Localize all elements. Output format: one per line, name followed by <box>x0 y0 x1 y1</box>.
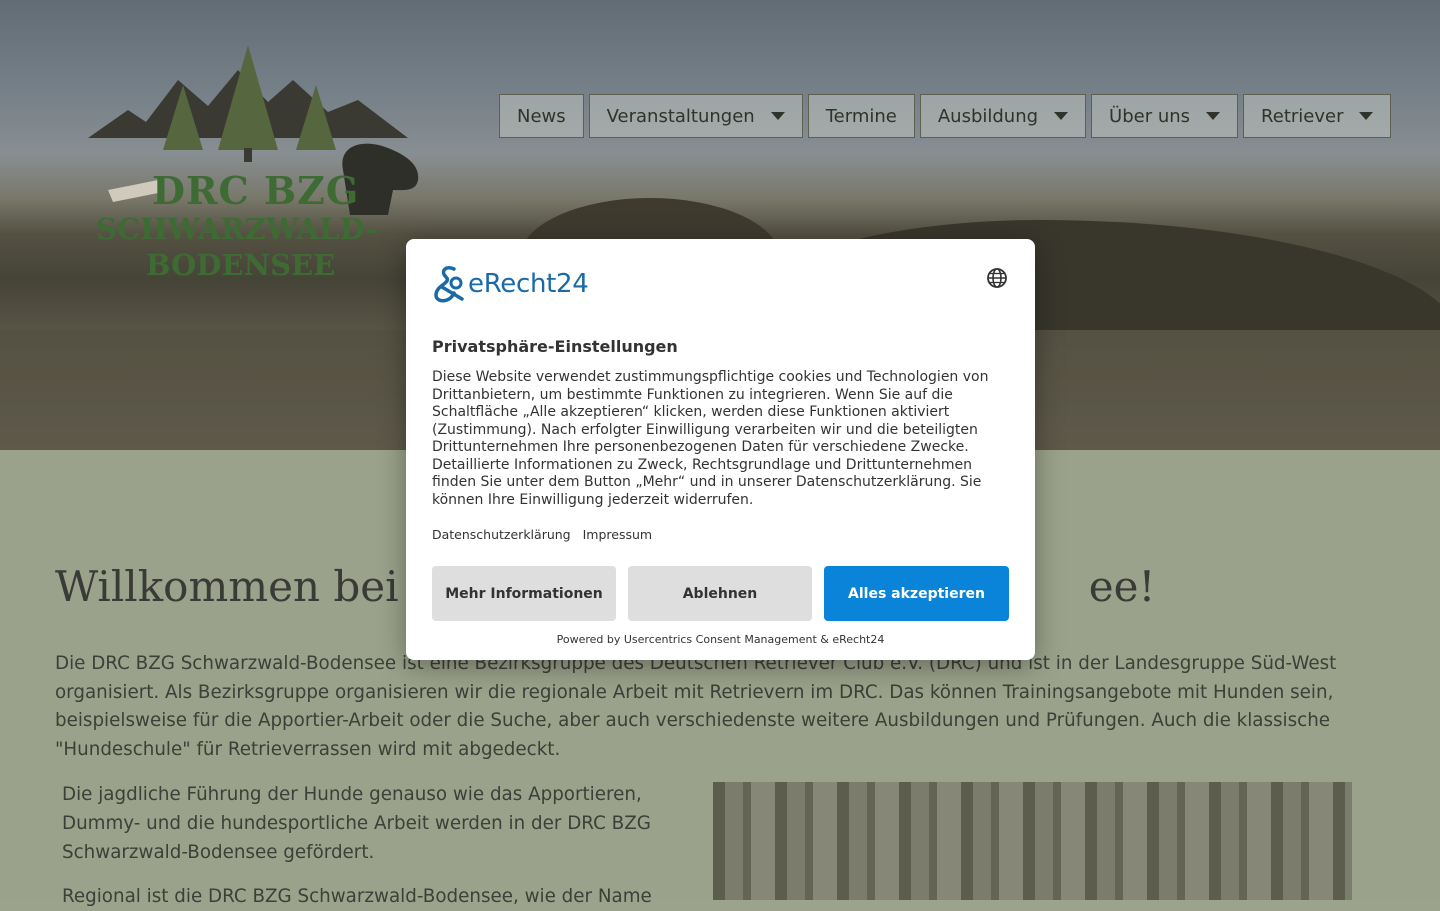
consent-text: Diese Website verwendet zustimmungspflic… <box>432 369 989 508</box>
consent-title: Privatsphäre-Einstellungen <box>432 337 678 356</box>
decline-button[interactable]: Ablehnen <box>628 566 812 621</box>
brand-name: eRecht24 <box>468 269 589 299</box>
globe-icon[interactable] <box>986 267 1008 289</box>
more-info-button[interactable]: Mehr Informationen <box>432 566 616 621</box>
accept-all-button[interactable]: Alles akzeptieren <box>824 566 1009 621</box>
consent-dialog: eRecht24 Privatsphäre-Einstellungen Dies… <box>406 239 1035 660</box>
consent-links: Datenschutzerklärung Impressum <box>432 527 652 542</box>
erecht24-logo: eRecht24 <box>432 265 589 303</box>
erecht24-mark-icon <box>434 265 464 303</box>
imprint-link[interactable]: Impressum <box>583 527 652 542</box>
privacy-policy-link[interactable]: Datenschutzerklärung <box>432 527 571 542</box>
powered-by-text: Powered by Usercentrics Consent Manageme… <box>556 633 885 646</box>
